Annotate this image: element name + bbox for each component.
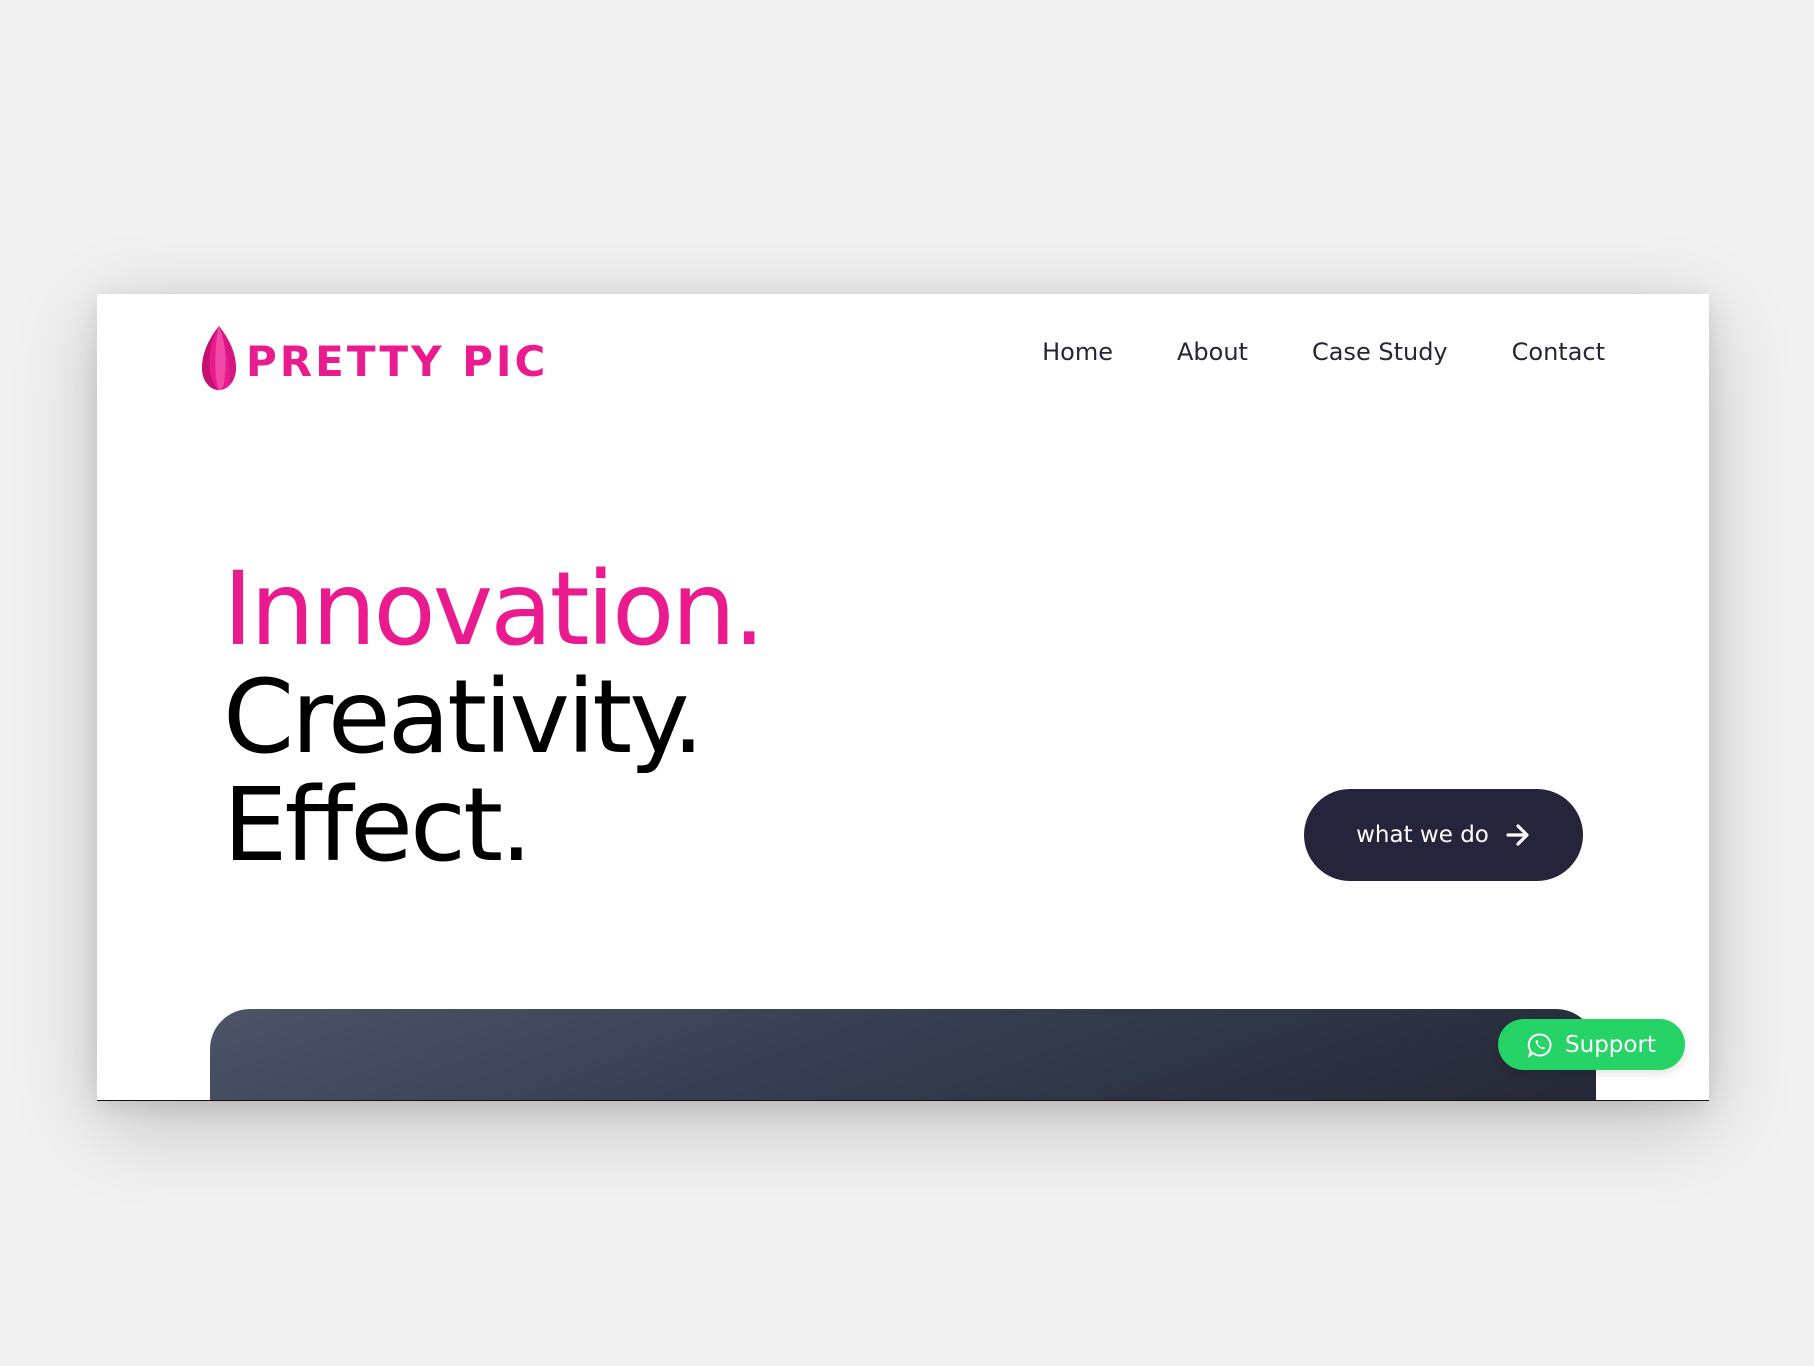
arrow-right-icon (1506, 824, 1529, 846)
hero-line-effect: Effect. (223, 766, 533, 885)
support-label: Support (1565, 1031, 1656, 1058)
nav-item-contact[interactable]: Contact (1512, 340, 1605, 364)
brand-logo[interactable]: PRETTY PIC (200, 324, 548, 392)
website-page: PRETTY PIC Home About Case Study Contact… (97, 294, 1709, 1101)
leaf-logo-icon (202, 326, 236, 390)
main-nav: Home About Case Study Contact (1042, 340, 1605, 364)
brand-name: PRETTY PIC (246, 337, 549, 386)
hero-line-innovation: Innovation. (223, 550, 765, 669)
whatsapp-icon (1527, 1032, 1552, 1058)
hero-media-card (210, 1009, 1596, 1100)
nav-item-case-study[interactable]: Case Study (1312, 340, 1448, 364)
hero-line-creativity: Creativity. (223, 658, 704, 777)
nav-item-home[interactable]: Home (1042, 340, 1113, 364)
support-chat-button[interactable]: Support (1498, 1019, 1685, 1070)
nav-item-about[interactable]: About (1177, 340, 1248, 364)
what-we-do-button[interactable]: what we do (1304, 789, 1583, 881)
hero-headline: Innovation. Creativity. Effect. (223, 550, 765, 885)
what-we-do-label: what we do (1356, 822, 1489, 848)
